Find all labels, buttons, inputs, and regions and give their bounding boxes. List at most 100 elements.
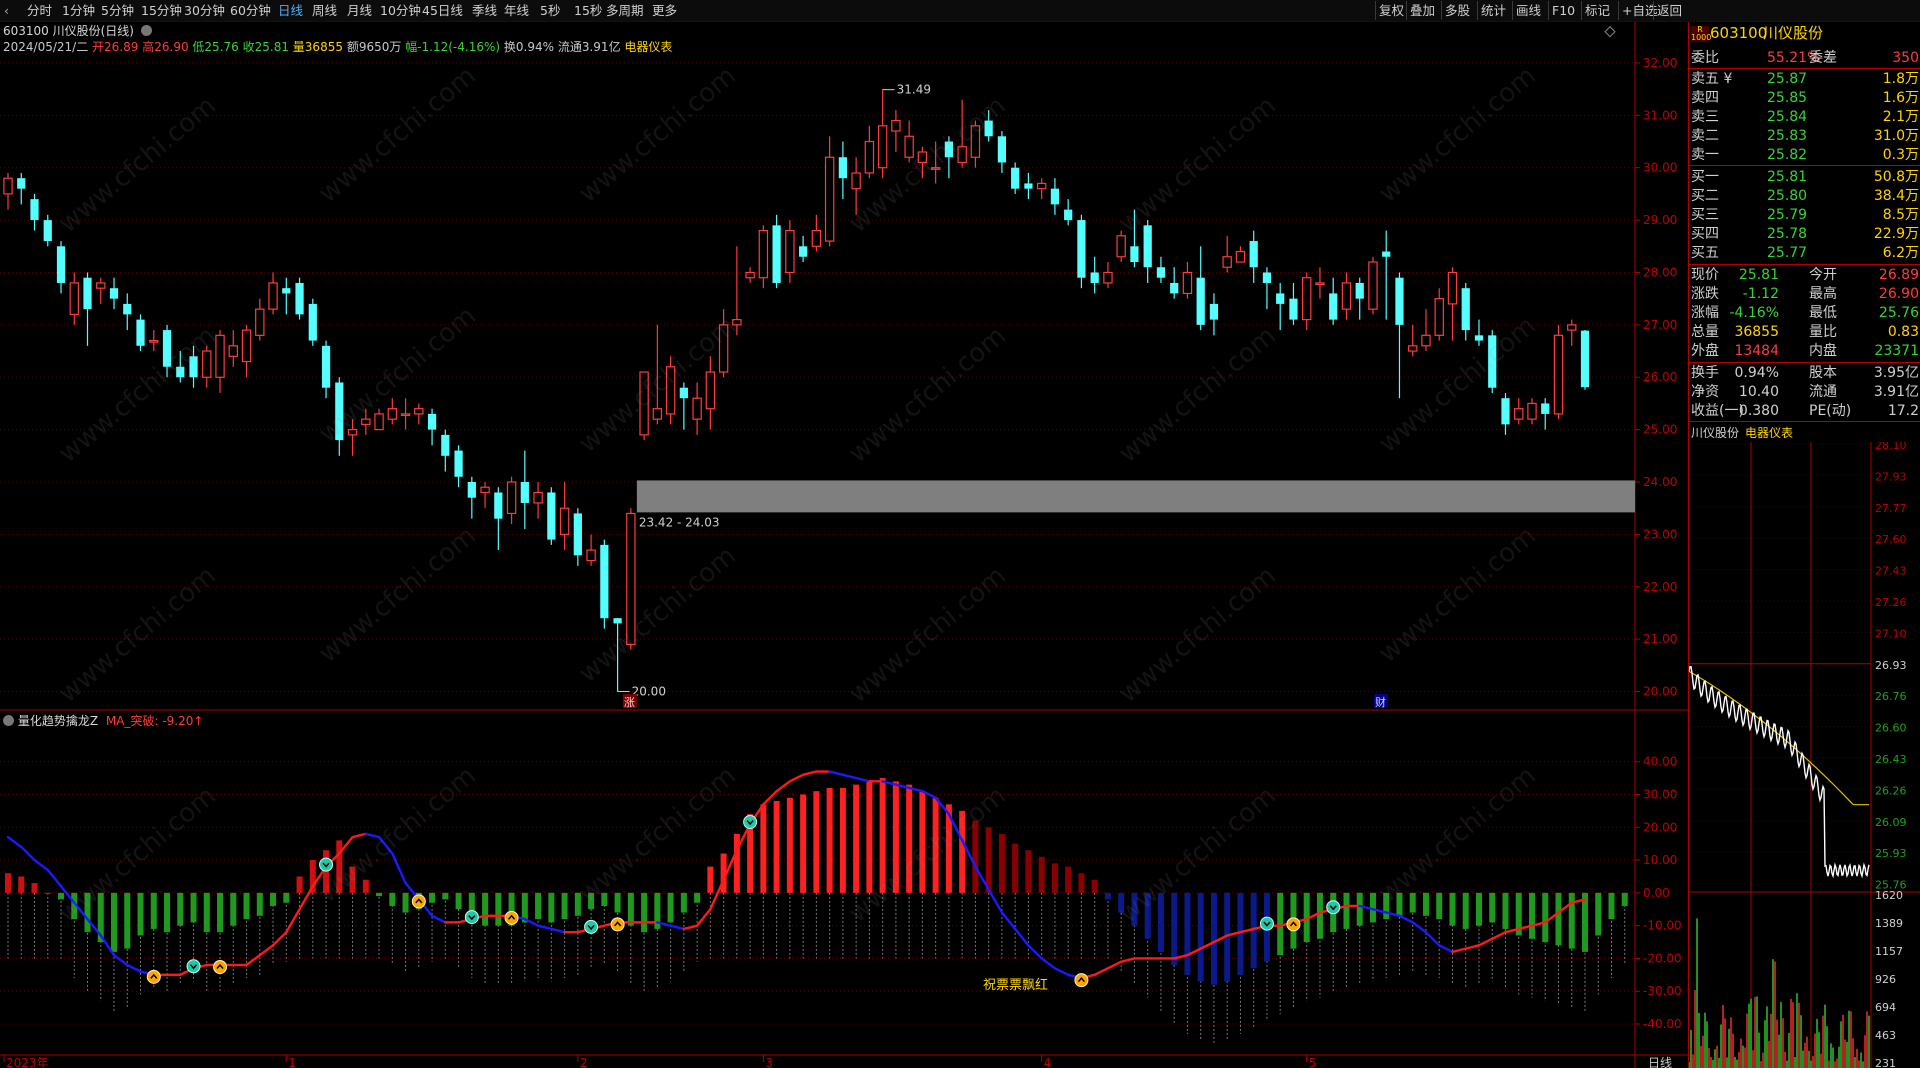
- ask-row-4: 卖一 25.82 0.3万: [1689, 146, 1920, 164]
- tool-5[interactable]: F10: [1548, 1, 1578, 20]
- period-6[interactable]: 日线: [278, 2, 303, 19]
- trend-line-segment: [550, 927, 566, 934]
- period-12[interactable]: 年线: [504, 2, 529, 19]
- tool-6[interactable]: 标记: [1581, 1, 1613, 20]
- candle-body: [1170, 282, 1179, 294]
- period-7[interactable]: 周线: [312, 2, 337, 19]
- trend-line-segment: [1000, 911, 1017, 931]
- tool-8[interactable]: 返回: [1653, 1, 1685, 20]
- stat-label: 今开: [1809, 267, 1837, 283]
- stat-row-4: 外盘 13484 内盘 23371: [1689, 342, 1920, 360]
- date-tick-label: 5: [1309, 1056, 1317, 1068]
- settings-icon[interactable]: [140, 25, 152, 36]
- indicator-tick-label: 10.00: [1643, 853, 1677, 867]
- ask-row-0: 卖五 ¥ 25.87 1.8万: [1689, 70, 1920, 88]
- indicator-histogram-bar: [786, 797, 793, 893]
- kline-chart[interactable]: 32.0031.0030.0029.0028.0027.0026.0025.00…: [0, 22, 1688, 1068]
- ask-label: 卖一: [1691, 147, 1719, 163]
- ask-volume: 1.6万: [1882, 90, 1919, 106]
- trend-line-segment: [1491, 931, 1507, 940]
- period-9[interactable]: 10分钟: [380, 2, 421, 19]
- candle-body: [1156, 267, 1166, 278]
- stat2-row-2: 收益(一) 0.380 PE(动) 17.2: [1689, 402, 1920, 420]
- candle-body: [652, 408, 663, 420]
- indicator-histogram-bar: [1542, 892, 1549, 943]
- period-3[interactable]: 15分钟: [141, 2, 182, 19]
- period-1[interactable]: 1分钟: [62, 2, 95, 19]
- bid-volume: 6.2万: [1882, 245, 1919, 261]
- trend-line-segment: [1477, 937, 1494, 947]
- indicator-histogram-bar: [1528, 892, 1535, 939]
- trend-line-segment: [1013, 927, 1030, 947]
- price-tick-label: 22.00: [1643, 580, 1677, 594]
- candle-body: [69, 282, 79, 315]
- mini-chart-sector: 电器仪表: [1745, 426, 1794, 440]
- candle-body: [56, 246, 66, 283]
- date-tick-label: 2: [580, 1056, 588, 1068]
- trend-line-segment: [20, 845, 36, 862]
- period-15[interactable]: 多周期: [606, 2, 644, 19]
- indicator-note: 祝票票飘红: [983, 978, 1049, 993]
- bid-label: 买四: [1691, 226, 1719, 242]
- indicator-histogram-bar: [1462, 892, 1469, 929]
- stat-row-3: 总量 36855 量比 0.83: [1689, 323, 1920, 341]
- indicator-histogram-bar: [1065, 866, 1072, 893]
- indicator-histogram-bar: [561, 892, 568, 920]
- candle-body: [799, 246, 808, 257]
- stat-value: 23371: [1874, 343, 1919, 359]
- date-tick-label: 2023年: [6, 1056, 49, 1068]
- indicator-histogram-bar: [203, 892, 210, 933]
- bid-label: 买五: [1691, 245, 1719, 261]
- period-2[interactable]: 5分钟: [101, 2, 134, 19]
- mini-intraday-chart[interactable]: 28.10 27.93 27.77 27.60 27.43 27.26 27.10 26.93…: [1689, 442, 1920, 1068]
- stat-value: 26.89: [1878, 267, 1919, 283]
- buy-signal-icon: [146, 969, 161, 984]
- indicator-histogram-bar: [985, 827, 992, 893]
- indicator-title[interactable]: 量化趋势擒龙Z: [18, 714, 98, 728]
- tool-0[interactable]: 复权: [1375, 1, 1407, 20]
- period-14[interactable]: 15秒: [574, 2, 602, 19]
- indicator-histogram-bar: [217, 892, 224, 933]
- period-0[interactable]: 分时: [27, 2, 52, 19]
- ask-label: 卖四: [1691, 90, 1719, 106]
- indicator-histogram-bar: [402, 892, 409, 913]
- info-volume: 量36855: [292, 40, 343, 54]
- period-13[interactable]: 5秒: [540, 2, 560, 19]
- candle-body: [308, 303, 317, 341]
- indicator-histogram-bar: [190, 892, 197, 923]
- stat-label: 现价: [1691, 267, 1719, 283]
- toolbar-back-icon[interactable]: ‹: [4, 2, 9, 19]
- candle-body: [1541, 403, 1550, 414]
- trend-line-segment: [351, 832, 368, 839]
- quote-divider: [1689, 421, 1920, 422]
- indicator-tick-label: 30.00: [1643, 787, 1677, 801]
- mini-chart-title: 川仪股份: [1691, 426, 1740, 440]
- period-16[interactable]: 更多: [652, 2, 677, 19]
- stat-value: 25.76: [1878, 305, 1919, 321]
- period-10[interactable]: 45日线: [422, 2, 463, 19]
- trend-line-segment: [1424, 931, 1441, 947]
- candle-body: [17, 178, 26, 189]
- info-sector[interactable]: 电器仪表: [624, 40, 672, 54]
- trend-line-segment: [775, 780, 792, 793]
- period-11[interactable]: 季线: [472, 2, 497, 19]
- mini-price-tick: 27.10: [1875, 627, 1907, 640]
- indicator-histogram-bar: [283, 892, 290, 903]
- tool-2[interactable]: 多股: [1441, 1, 1473, 20]
- tool-4[interactable]: 画线: [1512, 1, 1544, 20]
- indicator-settings-icon[interactable]: [3, 715, 14, 726]
- period-5[interactable]: 60分钟: [230, 2, 271, 19]
- ask-volume: 0.3万: [1882, 147, 1919, 163]
- indicator-histogram-bar: [137, 892, 144, 936]
- period-4[interactable]: 30分钟: [184, 2, 225, 19]
- indicator-histogram-bar: [1104, 892, 1111, 900]
- tool-3[interactable]: 统计: [1477, 1, 1509, 20]
- tool-1[interactable]: 叠加: [1406, 1, 1438, 20]
- sell-signal-icon: [464, 910, 479, 925]
- mini-volume-tick: 231: [1875, 1057, 1896, 1068]
- trend-line-segment: [841, 773, 858, 780]
- trend-line-segment: [695, 908, 712, 927]
- period-8[interactable]: 月线: [347, 2, 372, 19]
- stat-value: 36855: [1734, 324, 1779, 340]
- date-tick-label: 3: [765, 1056, 773, 1068]
